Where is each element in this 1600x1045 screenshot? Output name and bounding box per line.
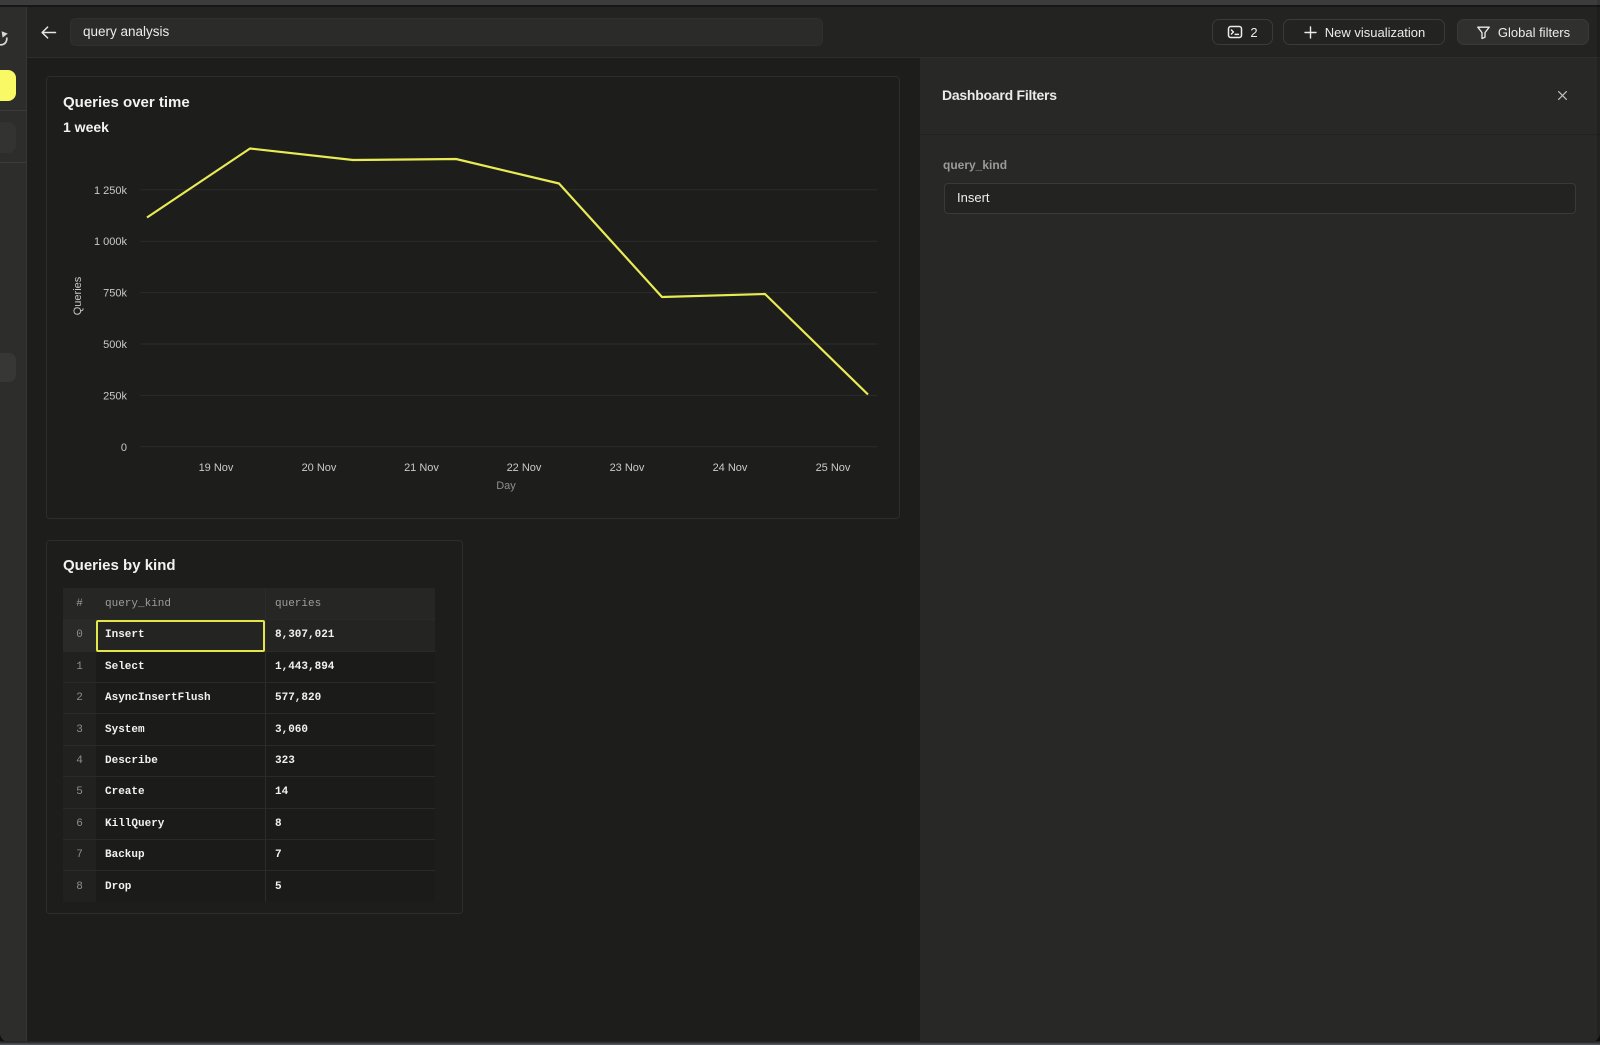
svg-text:23 Nov: 23 Nov	[610, 462, 645, 474]
svg-text:250k: 250k	[103, 390, 127, 402]
svg-text:20 Nov: 20 Nov	[302, 462, 337, 474]
svg-text:Day: Day	[496, 480, 516, 492]
svg-text:1 250k: 1 250k	[94, 185, 128, 197]
svg-text:22 Nov: 22 Nov	[507, 462, 542, 474]
svg-text:25 Nov: 25 Nov	[816, 462, 851, 474]
svg-text:500k: 500k	[103, 339, 127, 351]
svg-text:21 Nov: 21 Nov	[404, 462, 439, 474]
svg-text:Queries: Queries	[72, 276, 84, 315]
svg-text:0: 0	[121, 442, 127, 454]
svg-text:1 000k: 1 000k	[94, 236, 128, 248]
svg-text:24 Nov: 24 Nov	[713, 462, 748, 474]
svg-text:19 Nov: 19 Nov	[199, 462, 234, 474]
svg-text:750k: 750k	[103, 288, 127, 300]
